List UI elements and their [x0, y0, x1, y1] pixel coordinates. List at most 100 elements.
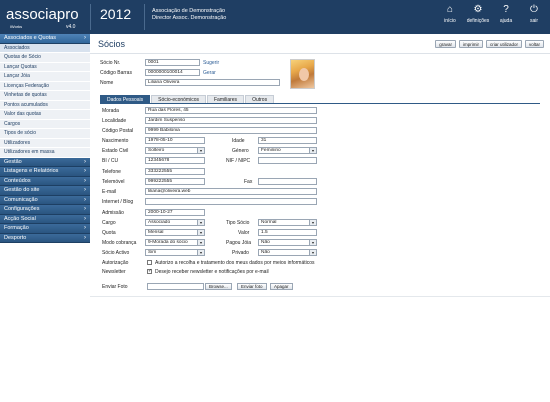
chevron-down-icon: ▾	[197, 250, 204, 255]
browse-button[interactable]: Browse...	[205, 283, 232, 290]
send-photo-label: Enviar Foto	[102, 284, 128, 290]
active-select[interactable]: Sim ▾	[145, 249, 205, 256]
chevron-down-icon: ▾	[197, 148, 204, 153]
sidebar-item[interactable]: Tipos de sócio	[0, 129, 90, 139]
member-type-select[interactable]: Normal ▾	[258, 219, 317, 226]
sidebar-item[interactable]: Licenças Federação	[0, 81, 90, 91]
nav-ajuda[interactable]: ? ajuda	[496, 4, 516, 24]
send-photo-button[interactable]: Enviar foto	[237, 283, 267, 290]
id-input[interactable]: 12345678	[145, 157, 205, 164]
suggest-link[interactable]: Sugerir	[203, 60, 219, 66]
nav-label: definições	[466, 18, 490, 24]
localidade-input[interactable]: Jardim Suspenso	[145, 117, 317, 124]
association-name: Associação de Demonstração	[152, 8, 226, 14]
sidebar-item[interactable]: Vinhetas de quotas	[0, 91, 90, 101]
sidebar-item[interactable]: Lançar Quotas	[0, 62, 90, 72]
photo-file-input[interactable]	[147, 283, 204, 290]
sidebar-section[interactable]: Gestão ›	[0, 157, 90, 167]
civil-status-select[interactable]: Solteiro ▾	[145, 147, 205, 154]
value-input[interactable]: 1.5	[258, 229, 317, 236]
delete-photo-button[interactable]: Apagar	[270, 283, 293, 290]
age-input[interactable]: 31	[258, 137, 317, 144]
home-icon: ⌂	[446, 4, 454, 15]
nav-label: sair	[529, 18, 539, 24]
sidebar-section[interactable]: Comunicação ›	[0, 195, 90, 205]
mobile-label: Telemóvel	[102, 179, 125, 185]
paid-fee-select[interactable]: Não ▾	[258, 239, 317, 246]
tab-dados-pessoais[interactable]: Dados Pessoais	[100, 95, 151, 103]
section-label: Conteúdos	[4, 177, 31, 184]
action-buttons: gravar imprimir criar utilizador voltar	[435, 40, 544, 48]
section-label: Gestão do site	[4, 187, 40, 193]
sidebar-section[interactable]: Gestão do site ›	[0, 186, 90, 196]
birth-date-input[interactable]: 1978-05-10	[145, 137, 205, 144]
section-label: Gestão	[4, 158, 22, 165]
socio-nr-input[interactable]: 0001	[145, 59, 200, 66]
newsletter-checkbox[interactable]	[147, 268, 152, 274]
sidebar-section[interactable]: Listagens e Relatórios ›	[0, 167, 90, 177]
nav-inicio[interactable]: ⌂ início	[440, 4, 460, 24]
gender-select[interactable]: Feminino ▾	[258, 147, 317, 154]
sidebar-item[interactable]: Valor das quotas	[0, 110, 90, 120]
create-user-button[interactable]: criar utilizador	[485, 40, 522, 48]
chevron-right-icon: ›	[84, 206, 86, 212]
nav-sair[interactable]: ⏻ sair	[524, 4, 544, 24]
tab-socio-economicos[interactable]: Sócio-económicos	[151, 95, 206, 103]
name-label: Nome	[100, 80, 114, 86]
chevron-right-icon: ›	[84, 215, 86, 222]
postal-code-input[interactable]: 9999 Babilonia	[145, 127, 317, 134]
print-button[interactable]: imprimir	[458, 40, 483, 48]
sidebar-section[interactable]: Desporto ›	[0, 233, 90, 243]
phone-input[interactable]: 333222555	[145, 168, 205, 175]
sidebar-section[interactable]: Acção Social ›	[0, 214, 90, 224]
paid-fee-label: Pagou Jóia	[226, 240, 252, 246]
sidebar-section[interactable]: Configurações ›	[0, 205, 90, 215]
title-bar: Sócios gravar imprimir criar utilizador …	[90, 34, 550, 54]
sidebar-section[interactable]: Formação ›	[0, 224, 90, 234]
app-sub: iWorks	[10, 24, 23, 29]
chevron-right-icon: ›	[84, 225, 86, 231]
fax-input[interactable]	[258, 178, 317, 185]
save-button[interactable]: gravar	[435, 40, 456, 48]
admission-input[interactable]: 2000-10-27	[145, 209, 205, 216]
sidebar-item[interactable]: Utilizadores em massa	[0, 148, 90, 158]
sidebar-section-associados[interactable]: Associados e Quotas ›	[0, 34, 90, 44]
name-input[interactable]: Liliana Oliveira	[145, 79, 280, 86]
cargo-select[interactable]: Associado ▾	[145, 219, 205, 226]
app-logo[interactable]: associapro iWorks v4.0	[6, 6, 79, 30]
select-value: Solteiro	[148, 148, 165, 153]
select-value: Mensal	[148, 230, 164, 235]
power-icon: ⏻	[530, 4, 538, 15]
sidebar-section[interactable]: Conteúdos ›	[0, 176, 90, 186]
mobile-input[interactable]: 999222555	[145, 178, 205, 185]
nif-input[interactable]	[258, 157, 317, 164]
payment-mode-select[interactable]: 9-Morada do sócio ▾	[145, 239, 205, 246]
tab-outros[interactable]: Outros	[245, 95, 275, 103]
private-label: Privado	[232, 250, 249, 256]
sidebar-item[interactable]: Associados	[0, 43, 90, 53]
quota-select[interactable]: Mensal ▾	[145, 229, 205, 236]
authorization-checkbox[interactable]	[147, 260, 152, 265]
admission-label: Admissão	[102, 210, 124, 216]
private-select[interactable]: Não ▾	[258, 249, 317, 256]
tab-familiares[interactable]: Familiares	[207, 95, 245, 103]
app-version: v4.0	[66, 24, 76, 30]
section-label: Associados e Quotas	[4, 35, 56, 41]
civil-status-label: Estado Civil	[102, 148, 129, 154]
sidebar-item[interactable]: Quotas de Sócio	[0, 53, 90, 63]
morada-input[interactable]: Rua das Flores, 45	[145, 107, 317, 114]
sidebar-item[interactable]: Pontos acumulados	[0, 100, 90, 110]
section-label: Formação	[4, 225, 29, 231]
email-input[interactable]: liliana@oliveira.web	[145, 188, 317, 195]
generate-link[interactable]: Gerar	[203, 70, 216, 76]
help-icon: ?	[503, 4, 509, 15]
sidebar-item[interactable]: Utilizadores	[0, 138, 90, 148]
nav-definicoes[interactable]: ⚙ definições	[466, 4, 490, 24]
back-button[interactable]: voltar	[524, 40, 544, 48]
sidebar-item[interactable]: Lançar Jóia	[0, 72, 90, 82]
chevron-right-icon: ›	[84, 234, 86, 241]
barcode-input[interactable]: 0000000100014	[145, 69, 200, 76]
sidebar-item[interactable]: Cargos	[0, 119, 90, 129]
internet-input[interactable]	[145, 198, 317, 205]
select-value: Normal	[261, 220, 277, 225]
